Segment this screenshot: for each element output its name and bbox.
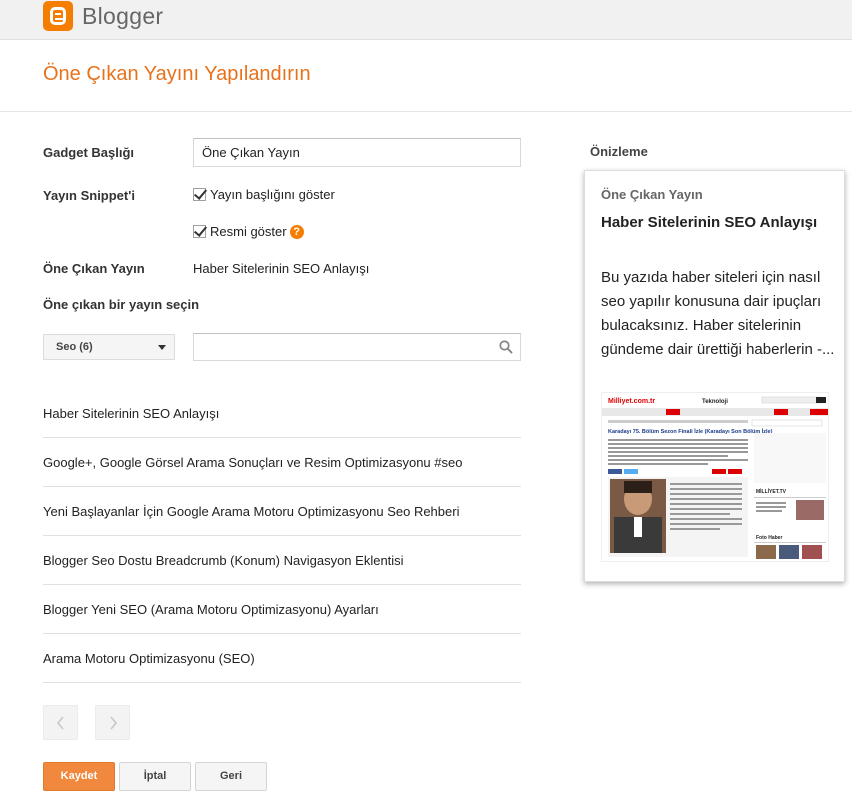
search-icon[interactable] — [499, 340, 513, 354]
gadget-title-input[interactable] — [193, 138, 521, 167]
help-icon[interactable]: ? — [289, 224, 304, 239]
gadget-title-label: Gadget Başlığı — [43, 145, 135, 160]
next-page-button[interactable] — [95, 705, 130, 740]
thumb-site-name: Milliyet.com.tr — [608, 398, 655, 405]
snippet-label: Yayın Snippet'i — [43, 188, 135, 203]
preview-gadget-title: Öne Çıkan Yayın — [601, 187, 703, 202]
thumb-side-title: MİLLİYET.TV — [756, 488, 787, 495]
post-list-item[interactable]: Haber Sitelerinin SEO Anlayışı — [43, 389, 521, 438]
post-list-item[interactable]: Blogger Yeni SEO (Arama Motoru Optimizas… — [43, 585, 521, 634]
save-button[interactable]: Kaydet — [43, 762, 115, 791]
thumb-headline: Karadayı 75. Bölüm Sezon Finali İzle (Ka… — [608, 428, 773, 435]
cancel-button[interactable]: İptal — [119, 762, 191, 791]
caret-down-icon — [158, 345, 166, 350]
preview-card: Öne Çıkan Yayın Haber Sitelerinin SEO An… — [584, 170, 845, 582]
label-filter-select[interactable]: Seo (6) — [43, 334, 175, 360]
thumb-section: Teknoloji — [702, 399, 728, 405]
show-post-title-checkbox[interactable] — [193, 188, 206, 201]
chevron-left-icon — [56, 716, 64, 730]
featured-post-label: Öne Çıkan Yayın — [43, 261, 145, 276]
post-list-item[interactable]: Blogger Seo Dostu Breadcrumb (Konum) Nav… — [43, 536, 521, 585]
post-list-item[interactable]: Arama Motoru Optimizasyonu (SEO) — [43, 634, 521, 683]
choose-post-label: Öne çıkan bir yayın seçin — [43, 297, 200, 312]
label-filter-value: Seo (6) — [56, 341, 93, 353]
post-list: Haber Sitelerinin SEO Anlayışı Google+, … — [43, 389, 521, 683]
app-name[interactable]: Blogger — [82, 3, 163, 30]
show-image-option[interactable]: Resmi göster ? — [193, 224, 304, 239]
title-bar: Öne Çıkan Yayını Yapılandırın — [0, 40, 852, 112]
post-list-item[interactable]: Yeni Başlayanlar İçin Google Arama Motor… — [43, 487, 521, 536]
preview-thumbnail-image: Milliyet.com.tr Teknoloji Karadayı 75. B… — [601, 392, 829, 562]
thumb-side-title-2: Foto Haber — [756, 535, 782, 541]
top-bar: Blogger — [0, 0, 852, 40]
page-title: Öne Çıkan Yayını Yapılandırın — [43, 63, 311, 85]
featured-post-value: Haber Sitelerinin SEO Anlayışı — [193, 261, 370, 276]
prev-page-button[interactable] — [43, 705, 78, 740]
thumbnail-graphic: Milliyet.com.tr Teknoloji Karadayı 75. B… — [602, 393, 828, 561]
blogger-logo-icon[interactable] — [43, 1, 73, 31]
preview-label: Önizleme — [590, 144, 648, 159]
chevron-right-icon — [110, 716, 118, 730]
preview-snippet: Bu yazıda haber siteleri için nasıl seo … — [601, 269, 835, 358]
show-image-checkbox[interactable] — [193, 225, 206, 238]
preview-post-title: Haber Sitelerinin SEO Anlayışı — [601, 214, 818, 231]
post-list-item[interactable]: Google+, Google Görsel Arama Sonuçları v… — [43, 438, 521, 487]
post-search-input[interactable] — [193, 333, 521, 361]
show-post-title-label: Yayın başlığını göster — [210, 187, 335, 202]
show-image-label: Resmi göster — [210, 224, 287, 239]
show-post-title-option[interactable]: Yayın başlığını göster — [193, 187, 335, 202]
back-button[interactable]: Geri — [195, 762, 267, 791]
